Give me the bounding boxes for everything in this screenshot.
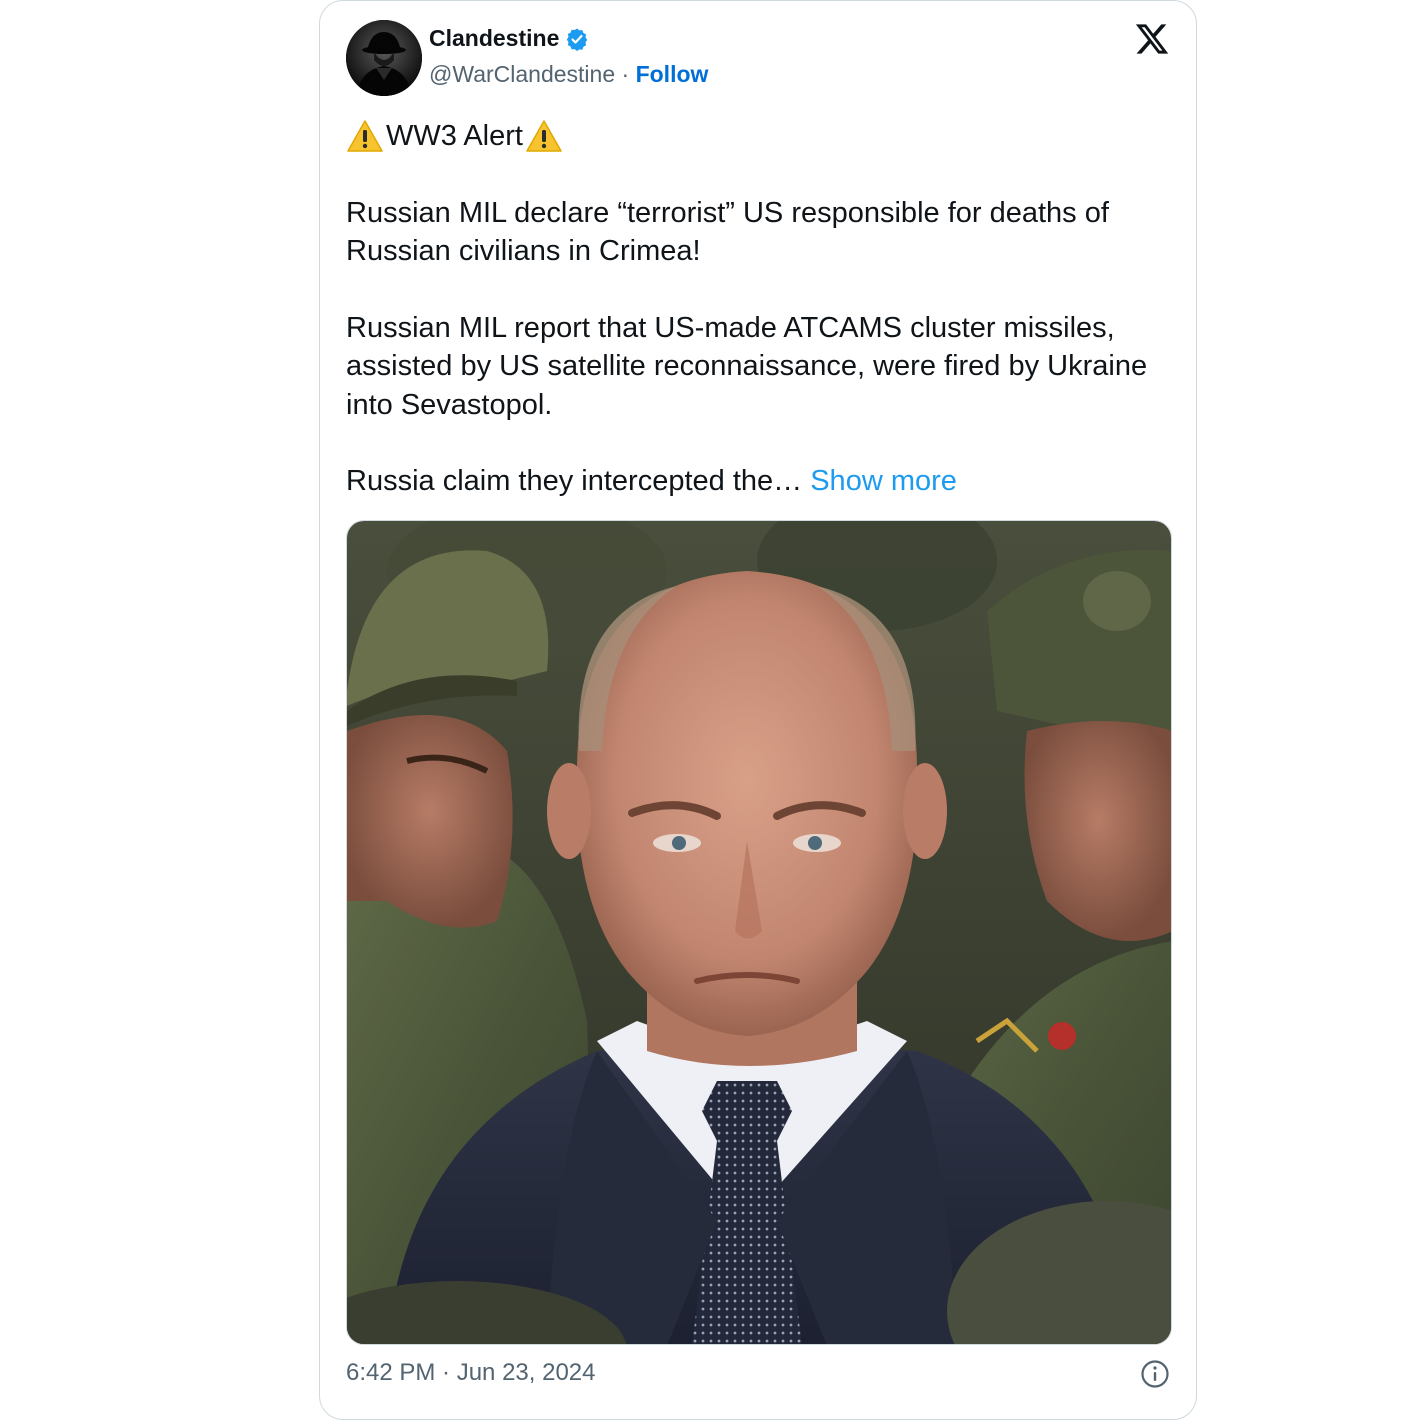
tweet-timestamp[interactable]: 6:42 PM · Jun 23, 2024 — [346, 1359, 596, 1387]
tweet-paragraph-truncated: Russia claim they intercepted the… Show … — [346, 462, 1166, 501]
alert-label: WW3 Alert — [386, 120, 523, 152]
author-name-row[interactable]: Clandestine — [429, 25, 589, 52]
warning-icon — [526, 120, 562, 152]
alert-line: WW3 Alert — [346, 117, 1166, 156]
author-avatar[interactable] — [346, 20, 422, 96]
tweet-card[interactable]: Clandestine @WarClandestine · Follow WW3… — [319, 0, 1197, 1420]
tweet-paragraph: Russian MIL declare “terrorist” US respo… — [346, 196, 1109, 268]
author-display-name[interactable]: Clandestine — [429, 25, 559, 52]
tweet-body: WW3 Alert Russian MIL declare “terrorist… — [346, 117, 1166, 501]
info-icon[interactable] — [1140, 1359, 1170, 1389]
handle-separator: · — [615, 61, 636, 87]
follow-button[interactable]: Follow — [636, 61, 709, 88]
verified-badge-icon — [567, 28, 588, 51]
author-handle-row: @WarClandestine · Follow — [429, 61, 708, 88]
show-more-link[interactable]: Show more — [810, 465, 957, 497]
warning-icon — [347, 120, 383, 152]
tweet-paragraph: Russian MIL report that US-made ATCAMS c… — [346, 311, 1148, 421]
tweet-media-photo[interactable] — [346, 520, 1172, 1345]
truncated-text: Russia claim they intercepted the… — [346, 465, 811, 497]
author-handle[interactable]: @WarClandestine — [429, 61, 615, 88]
x-logo-icon[interactable] — [1134, 21, 1170, 57]
spy-silhouette-icon — [346, 20, 422, 96]
photo-man-in-suit-with-soldiers — [347, 521, 1171, 1344]
